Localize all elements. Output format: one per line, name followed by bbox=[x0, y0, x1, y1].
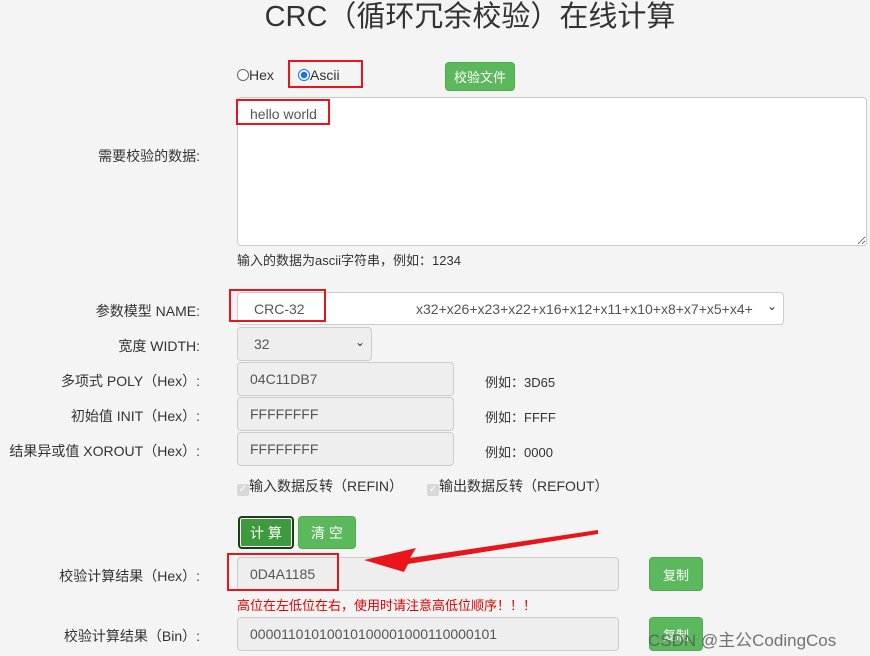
check-file-button[interactable]: 校验文件 bbox=[445, 62, 515, 91]
radio-ascii-label: Ascii bbox=[310, 67, 340, 83]
check-icon[interactable]: ✓ bbox=[427, 484, 439, 496]
name-label: 参数模型 NAME: bbox=[95, 303, 200, 319]
radio-ascii-circle[interactable] bbox=[298, 69, 310, 81]
refout-checkbox[interactable]: ✓ 输出数据反转（REFOUT） bbox=[427, 476, 609, 496]
width-select-value: 32 bbox=[254, 336, 270, 352]
data-input-hint: 输入的数据为ascii字符串，例如：1234 bbox=[237, 253, 461, 268]
radio-hex-label: Hex bbox=[249, 67, 274, 83]
name-select[interactable]: CRC-32 x32+x26+x23+x22+x16+x12+x11+x10+x… bbox=[237, 292, 784, 325]
refin-label: 输入数据反转（REFIN） bbox=[249, 478, 403, 494]
width-label: 宽度 WIDTH: bbox=[118, 338, 200, 354]
result-hex-label: 校验计算结果（Hex）: bbox=[59, 568, 200, 584]
annotation-arrow-shape bbox=[364, 530, 598, 572]
radio-hex-circle[interactable] bbox=[237, 69, 249, 81]
data-input-label: 需要校验的数据: bbox=[98, 148, 200, 164]
chevron-down-icon: ⌄ bbox=[766, 299, 777, 313]
result-bin-output[interactable]: 00001101010010100001000110000101 bbox=[237, 617, 619, 651]
xorout-example: 例如：0000 bbox=[485, 445, 553, 460]
clear-button[interactable]: 清 空 bbox=[298, 516, 356, 549]
init-label: 初始值 INIT（Hex）: bbox=[70, 408, 200, 424]
annotation-arrow bbox=[364, 530, 598, 572]
xorout-input[interactable]: FFFFFFFF bbox=[237, 432, 454, 466]
name-select-value: CRC-32 bbox=[254, 301, 305, 317]
result-warning: 高位在左低位在右，使用时请注意高低位顺序！！！ bbox=[237, 598, 537, 613]
poly-label: 多项式 POLY（Hex）: bbox=[61, 373, 200, 389]
calculate-button[interactable]: 计 算 bbox=[238, 516, 294, 549]
radio-hex[interactable]: Hex bbox=[237, 67, 274, 83]
init-example: 例如：FFFF bbox=[485, 410, 556, 425]
chevron-down-icon: ⌄ bbox=[354, 335, 365, 349]
refout-label: 输出数据反转（REFOUT） bbox=[439, 478, 609, 494]
refin-checkbox[interactable]: ✓ 输入数据反转（REFIN） bbox=[237, 476, 403, 496]
copy-hex-button[interactable]: 复制 bbox=[649, 557, 703, 591]
watermark: CSDN @主公CodingCos bbox=[648, 631, 837, 650]
result-bin-label: 校验计算结果（Bin）: bbox=[63, 628, 200, 644]
poly-example: 例如：3D65 bbox=[485, 375, 556, 390]
page-title: CRC（循环冗余校验）在线计算 bbox=[264, 1, 676, 33]
xorout-label: 结果异或值 XOROUT（Hex）: bbox=[9, 443, 200, 459]
check-icon[interactable]: ✓ bbox=[237, 484, 249, 496]
name-select-poly: x32+x26+x23+x22+x16+x12+x11+x10+x8+x7+x5… bbox=[416, 301, 753, 317]
data-input-textarea[interactable]: hello world bbox=[237, 97, 867, 246]
poly-input[interactable]: 04C11DB7 bbox=[237, 362, 454, 396]
init-input[interactable]: FFFFFFFF bbox=[237, 397, 454, 431]
width-select[interactable]: 32 ⌄ bbox=[237, 327, 372, 361]
radio-ascii[interactable]: Ascii bbox=[298, 67, 340, 83]
